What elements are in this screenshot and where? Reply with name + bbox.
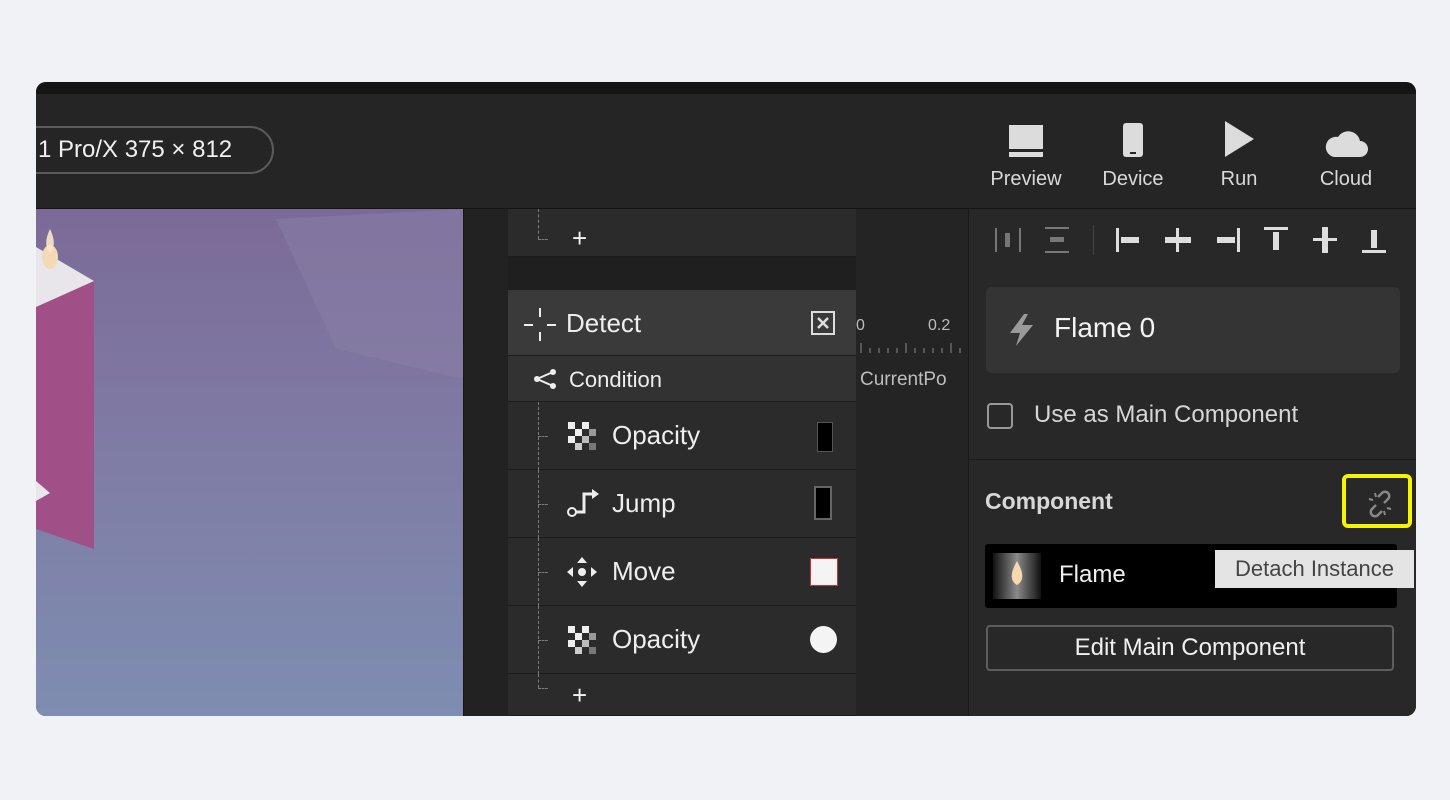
action-item-move[interactable]: Move (508, 538, 856, 606)
play-icon (1189, 116, 1289, 158)
branch-icon (532, 368, 558, 395)
add-action-row[interactable]: + (508, 209, 856, 257)
lightning-icon (1006, 313, 1036, 352)
preview-label: Preview (990, 168, 1062, 190)
layer-name: Flame 0 (1054, 312, 1156, 343)
trigger-row[interactable]: Detect (508, 290, 856, 356)
tree-guide (538, 209, 539, 239)
cloud-label: Cloud (1319, 168, 1373, 190)
timeline-tick-label: 0.2 (928, 317, 951, 334)
align-top-icon[interactable] (1261, 225, 1291, 255)
action-item-label: Jump (612, 488, 676, 518)
run-label: Run (1220, 168, 1258, 190)
tree-guide (538, 688, 548, 689)
action-item-label: Move (612, 556, 676, 586)
app-window: 1 Pro/X 375 × 812 Preview Device Run Clo… (36, 82, 1416, 716)
action-item-jump[interactable]: Jump (508, 470, 856, 538)
phone-icon (1083, 116, 1183, 158)
condition-row[interactable]: Condition (508, 356, 856, 402)
align-right-icon[interactable] (1212, 225, 1242, 255)
checker-icon (568, 626, 598, 661)
opacity-swatch (817, 422, 833, 452)
detach-instance-tooltip: Detach Instance (1215, 550, 1414, 588)
component-name: Flame (1059, 561, 1126, 588)
close-box-icon[interactable] (811, 311, 835, 340)
device-button[interactable]: Device (1083, 116, 1183, 191)
device-size-selector[interactable]: 1 Pro/X 375 × 812 (36, 126, 274, 174)
timeline-panel[interactable]: 0 0.2 CurrentPo (856, 209, 968, 716)
add-action-button[interactable]: + (572, 225, 587, 251)
action-item-opacity[interactable]: Opacity (508, 606, 856, 674)
cloud-icon (1296, 116, 1396, 158)
distribute-horizontal-icon[interactable] (993, 225, 1023, 255)
component-thumbnail (993, 553, 1041, 599)
candle-artwork (36, 209, 463, 549)
highlight-box (1342, 474, 1412, 528)
timeline-track-label: CurrentPo (860, 369, 947, 390)
preview-button[interactable]: Preview (976, 116, 1076, 191)
cloud-button[interactable]: Cloud (1296, 116, 1396, 191)
tree-guide (538, 674, 539, 688)
section-divider (969, 459, 1416, 460)
align-left-icon[interactable] (1114, 225, 1144, 255)
trigger-label: Detect (566, 308, 642, 338)
tree-guide (538, 504, 548, 505)
timeline-tick-label: 0 (856, 317, 865, 334)
condition-label: Condition (569, 367, 662, 392)
toolbar-divider (1093, 225, 1094, 255)
tree-guide (538, 239, 548, 240)
run-button[interactable]: Run (1189, 116, 1289, 191)
move-swatch (810, 558, 838, 586)
jump-swatch (814, 486, 832, 520)
move-arrows-icon (566, 556, 598, 593)
layer-card[interactable]: Flame 0 (986, 287, 1400, 373)
add-action-button[interactable]: + (572, 682, 587, 708)
opacity-swatch (810, 626, 837, 653)
device-label: Device (1102, 168, 1164, 190)
align-center-vertical-icon[interactable] (1310, 225, 1340, 255)
interaction-list: + Detect Condition Opacity Jump Move Opa… (508, 209, 856, 716)
add-action-row[interactable]: + (508, 674, 856, 716)
tree-guide (538, 572, 548, 573)
align-center-horizontal-icon[interactable] (1163, 225, 1193, 255)
main-component-checkbox-label: Use as Main Component (1034, 401, 1299, 428)
distribute-vertical-icon[interactable] (1042, 225, 1072, 255)
action-item-label: Opacity (612, 420, 701, 450)
canvas-preview[interactable] (36, 209, 463, 716)
title-strip (36, 82, 1416, 94)
checker-icon (568, 422, 598, 457)
detect-icon (522, 308, 558, 347)
toolbar: 1 Pro/X 375 × 812 Preview Device Run Clo… (36, 94, 1416, 209)
collapse-column (463, 209, 509, 716)
action-item-label: Opacity (612, 624, 701, 654)
edit-main-component-button[interactable]: Edit Main Component (986, 625, 1394, 671)
align-bottom-icon[interactable] (1359, 225, 1389, 255)
main-component-checkbox[interactable] (987, 403, 1013, 429)
timeline-ruler (860, 343, 961, 353)
tree-guide (538, 640, 548, 641)
monitor-icon (976, 116, 1076, 158)
action-item-opacity[interactable]: Opacity (508, 402, 856, 470)
jump-icon (566, 488, 600, 523)
tree-guide (538, 436, 548, 437)
component-heading: Component (985, 488, 1113, 514)
properties-panel: Flame 0 Use as Main Component Component … (968, 209, 1416, 716)
